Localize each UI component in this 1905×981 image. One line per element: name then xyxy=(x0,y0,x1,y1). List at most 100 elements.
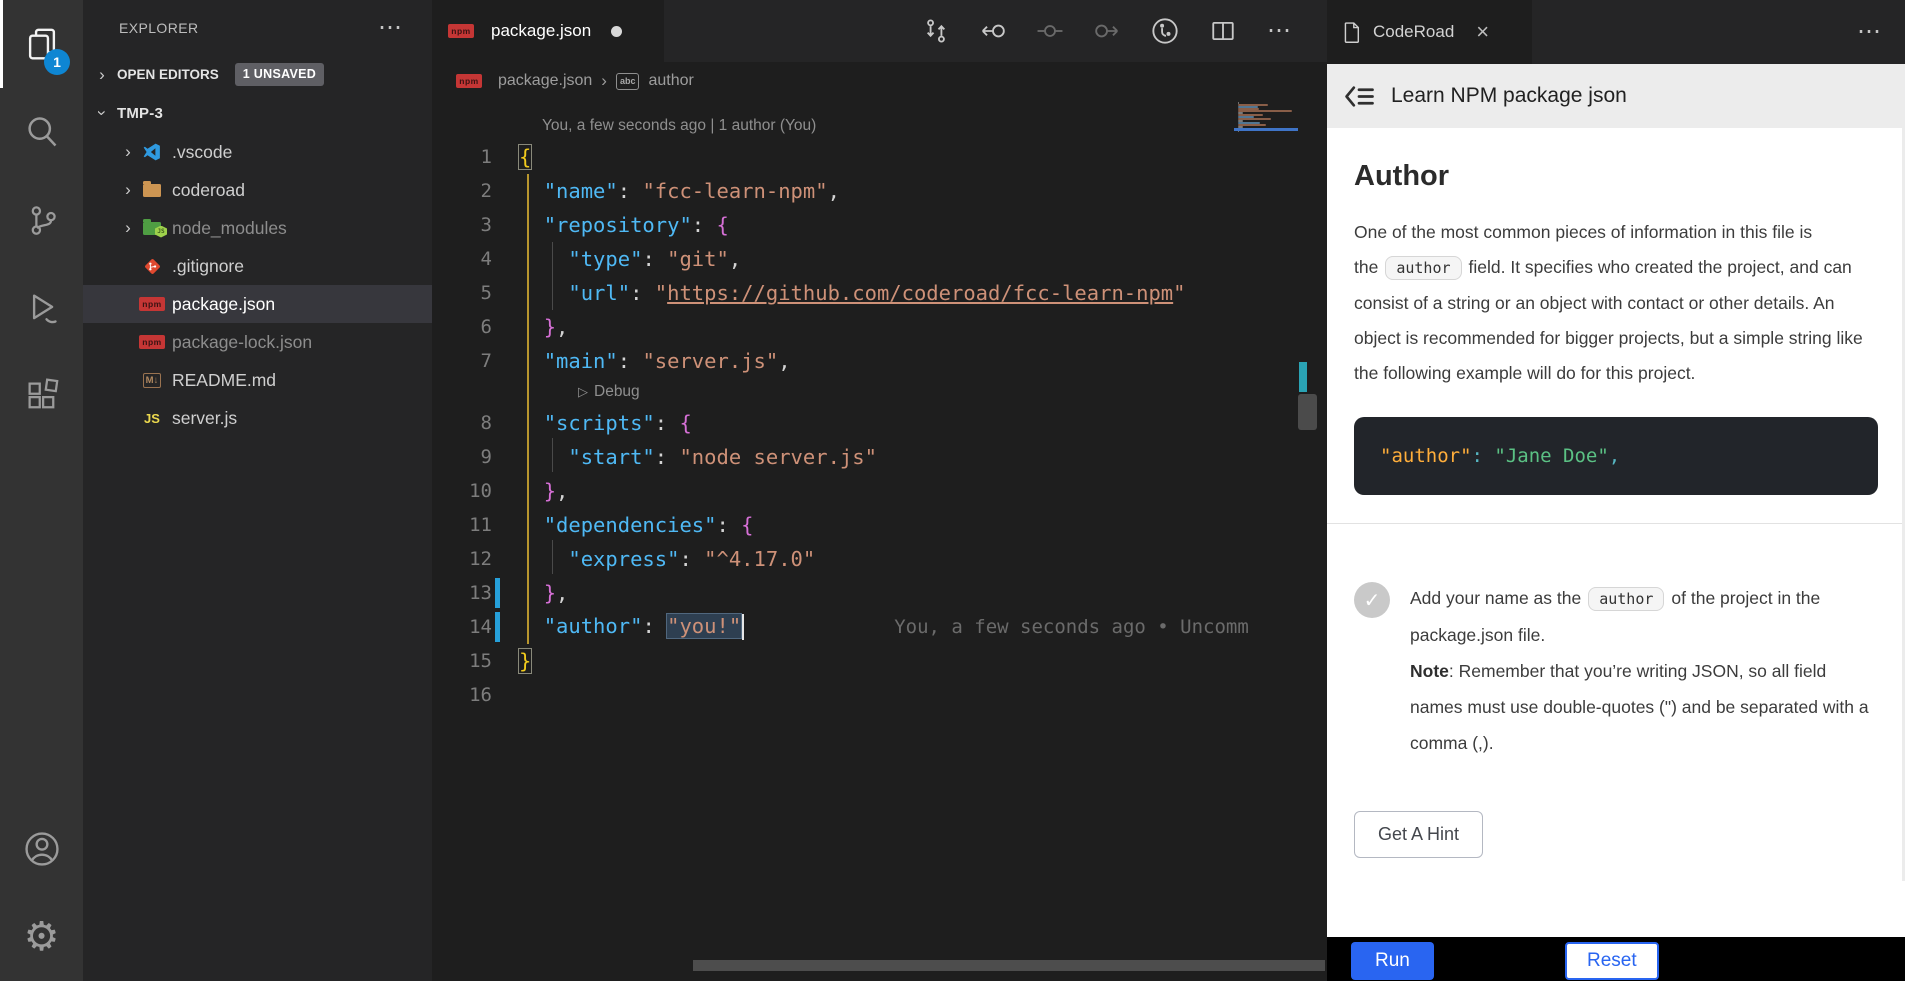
divider xyxy=(1327,523,1905,524)
file-item-README.md[interactable]: M↓ README.md xyxy=(83,361,432,399)
note-label: Note xyxy=(1410,661,1449,681)
tab-label: package.json xyxy=(491,21,591,41)
lesson-heading: Author xyxy=(1354,160,1878,193)
code-line-10[interactable]: 10 }, xyxy=(432,474,1327,508)
horizontal-scrollbar[interactable] xyxy=(693,960,1325,971)
line-number: 7 xyxy=(432,350,492,372)
compare-changes-icon[interactable] xyxy=(923,18,949,44)
breadcrumb-symbol[interactable]: author xyxy=(648,72,693,90)
sidebar-more-actions-icon[interactable]: ⋯ xyxy=(378,16,404,40)
code-line-1[interactable]: 1{ xyxy=(432,140,1327,174)
run-debug-icon[interactable] xyxy=(0,264,83,352)
file-item-server.js[interactable]: JSserver.js xyxy=(83,399,432,437)
file-item-node_modules[interactable]: ›JSnode_modules xyxy=(83,209,432,247)
code-line-12[interactable]: 12 "express": "^4.17.0" xyxy=(432,542,1327,576)
code-line-3[interactable]: 3 "repository": { xyxy=(432,208,1327,242)
chevron-right-icon: › xyxy=(601,71,607,91)
string-symbol-icon: abc xyxy=(616,73,640,90)
sidebar-title: EXPLORER xyxy=(119,20,198,36)
line-number: 16 xyxy=(432,684,492,706)
vscode-window: 1 xyxy=(0,0,1905,981)
code-line-2[interactable]: 2 "name": "fcc-learn-npm", xyxy=(432,174,1327,208)
node-file-icon: JS xyxy=(141,222,163,235)
md-file-icon: M↓ xyxy=(141,373,163,388)
code-line-6[interactable]: 6 }, xyxy=(432,310,1327,344)
file-item-coderoad[interactable]: ›coderoad xyxy=(83,171,432,209)
code-line-15[interactable]: 15} xyxy=(432,644,1327,678)
file-name: README.md xyxy=(172,370,276,391)
file-name: server.js xyxy=(172,408,237,429)
lesson-paragraph: One of the most common pieces of informa… xyxy=(1354,215,1878,391)
vscode-file-icon xyxy=(141,143,163,161)
code-line-5[interactable]: 5 "url": "https://github.com/coderoad/fc… xyxy=(432,276,1327,310)
tab-coderoad[interactable]: CodeRoad × xyxy=(1327,0,1532,64)
codelens-debug[interactable]: ▷Debug xyxy=(432,378,1327,406)
run-tutorial-icon[interactable] xyxy=(1151,17,1179,45)
vertical-scrollbar[interactable] xyxy=(1298,394,1317,430)
breadcrumb-file[interactable]: package.json xyxy=(498,72,592,90)
note-text: : Remember that you’re writing JSON, so … xyxy=(1410,661,1869,753)
line-number: 1 xyxy=(432,146,492,168)
npm-file-icon: npm xyxy=(450,24,472,38)
open-editors-label: OPEN EDITORS xyxy=(117,67,219,82)
file-item-package-lock.json[interactable]: npmpackage-lock.json xyxy=(83,323,432,361)
file-item-package.json[interactable]: npmpackage.json xyxy=(83,285,432,323)
line-number: 8 xyxy=(432,412,492,434)
close-icon[interactable]: × xyxy=(1476,21,1489,43)
code-line-14[interactable]: 14 "author": "you!"You, a few seconds ag… xyxy=(432,610,1327,644)
npm-file-icon: npm xyxy=(141,297,163,311)
source-control-icon[interactable] xyxy=(0,176,83,264)
codelens-authors[interactable]: You, a few seconds ago | 1 author (You) xyxy=(432,112,1327,140)
code-line-16[interactable]: 16 xyxy=(432,678,1327,712)
chevron-right-icon: › xyxy=(121,142,135,162)
file-item-.gitignore[interactable]: .gitignore xyxy=(83,247,432,285)
extensions-icon[interactable] xyxy=(0,352,83,440)
code-editor[interactable]: You, a few seconds ago | 1 author (You)1… xyxy=(432,100,1327,981)
tab-package-json[interactable]: npm package.json xyxy=(432,0,664,62)
code-line-11[interactable]: 11 "dependencies": { xyxy=(432,508,1327,542)
line-number: 4 xyxy=(432,248,492,270)
overview-modified-marker xyxy=(1299,362,1307,392)
open-editors-header[interactable]: › OPEN EDITORS 1 UNSAVED xyxy=(83,56,432,93)
workspace-header[interactable]: › TMP-3 xyxy=(83,93,432,133)
step-forward-icon[interactable] xyxy=(1094,18,1120,44)
step-back-icon[interactable] xyxy=(980,18,1006,44)
get-hint-button[interactable]: Get A Hint xyxy=(1354,811,1483,858)
settings-icon[interactable]: ⚙ xyxy=(0,893,83,981)
line-number: 2 xyxy=(432,180,492,202)
inline-code-chip: author xyxy=(1385,256,1461,280)
code-line-8[interactable]: 8 "scripts": { xyxy=(432,406,1327,440)
file-item-.vscode[interactable]: ›.vscode xyxy=(83,133,432,171)
line-number: 12 xyxy=(432,548,492,570)
lesson-content: Author One of the most common pieces of … xyxy=(1327,128,1905,937)
explorer-icon[interactable]: 1 xyxy=(0,0,83,88)
code-line-7[interactable]: 7 "main": "server.js", xyxy=(432,344,1327,378)
file-name: node_modules xyxy=(172,218,287,239)
editor-actions: ⋯ xyxy=(923,0,1327,62)
lesson-header: Learn NPM package json xyxy=(1327,64,1905,128)
code-line-4[interactable]: 4 "type": "git", xyxy=(432,242,1327,276)
run-button[interactable]: Run xyxy=(1351,942,1434,980)
record-step-icon[interactable] xyxy=(1037,18,1063,44)
chevron-right-icon: › xyxy=(121,180,135,200)
code-line-13[interactable]: 13 }, xyxy=(432,576,1327,610)
minimap[interactable] xyxy=(1238,102,1296,134)
lesson-title: Learn NPM package json xyxy=(1391,84,1627,108)
back-to-menu-icon[interactable] xyxy=(1343,83,1375,110)
modified-line-marker xyxy=(495,612,500,642)
text-cursor xyxy=(742,614,744,640)
coderoad-panel: CodeRoad × ⋯ Learn NPM package json Auth… xyxy=(1327,0,1905,981)
example-key: "author" xyxy=(1380,445,1472,467)
split-editor-icon[interactable] xyxy=(1210,18,1236,44)
account-icon[interactable] xyxy=(0,805,83,893)
line-number: 5 xyxy=(432,282,492,304)
search-icon[interactable] xyxy=(0,88,83,176)
reset-button[interactable]: Reset xyxy=(1565,942,1659,980)
panel-more-actions-icon[interactable]: ⋯ xyxy=(1857,20,1883,44)
unsaved-dot-icon[interactable] xyxy=(611,26,622,37)
line-number: 15 xyxy=(432,650,492,672)
task-text-part: Add your name as the xyxy=(1410,588,1581,608)
editor-more-actions-icon[interactable]: ⋯ xyxy=(1267,19,1293,43)
code-line-9[interactable]: 9 "start": "node server.js" xyxy=(432,440,1327,474)
editor-group: npm package.json xyxy=(432,0,1327,981)
